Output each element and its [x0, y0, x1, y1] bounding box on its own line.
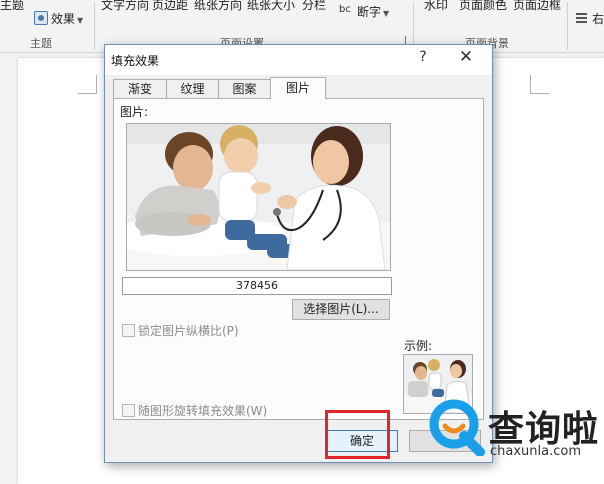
rotate-with-shape-checkbox[interactable]: [122, 404, 135, 417]
tab-gradient[interactable]: 渐变: [113, 79, 167, 98]
chevron-down-icon: ▼: [383, 9, 390, 18]
tab-picture[interactable]: 图片: [270, 77, 326, 99]
ribbon-align-button[interactable]: 右: [592, 10, 604, 27]
close-icon[interactable]: ✕: [455, 47, 477, 67]
sample-label: 示例:: [404, 339, 433, 353]
watermark-logo-icon: [429, 399, 485, 456]
select-picture-button[interactable]: 选择图片(L)...: [292, 299, 390, 320]
fill-picture: [127, 124, 390, 270]
dialog-titlebar[interactable]: 填充效果 ? ✕: [105, 45, 492, 75]
picture-tab-panel: 图片: 378456 选择图片(L)... 锁定图片纵横比(P) 示例: 随图形…: [113, 98, 484, 420]
ribbon-text-direction-button[interactable]: 文字方向: [101, 0, 149, 13]
help-icon[interactable]: ?: [415, 49, 431, 65]
group-label-theme: 主题: [30, 37, 52, 50]
margin-corner-mark: [78, 75, 97, 94]
ribbon-margins-button[interactable]: 页边距: [152, 0, 188, 13]
effects-icon: [34, 11, 48, 25]
ribbon-columns-button[interactable]: 分栏: [302, 0, 326, 13]
picture-preview: [126, 123, 391, 271]
ribbon-watermark-button[interactable]: 水印: [424, 0, 448, 13]
hyphenation-icon: bc: [339, 4, 351, 15]
tab-pattern[interactable]: 图案: [218, 79, 271, 98]
chevron-down-icon: ▼: [77, 16, 84, 25]
ribbon-orientation-button[interactable]: 纸张方向: [194, 0, 242, 13]
ribbon-separator: [413, 2, 414, 50]
ribbon-page-borders-button[interactable]: 页面边框: [513, 0, 561, 13]
ribbon-page-color-button[interactable]: 页面颜色: [459, 0, 507, 13]
dialog-title: 填充效果: [111, 54, 160, 68]
margin-corner-mark: [530, 75, 549, 94]
picture-name-field: 378456: [122, 277, 392, 295]
rotate-with-shape-label: 随图形旋转填充效果(W): [138, 404, 268, 418]
ribbon-theme-button[interactable]: 主题: [0, 0, 24, 13]
tab-texture[interactable]: 纹理: [166, 79, 219, 98]
lock-aspect-checkbox[interactable]: [122, 324, 135, 337]
highlight-box: [325, 410, 390, 459]
picture-label: 图片:: [120, 105, 149, 119]
watermark-url: chaxunla.com: [490, 444, 581, 459]
ribbon-separator: [567, 2, 568, 50]
align-right-icon: [576, 13, 587, 23]
ribbon-effects-button[interactable]: 效果 ▼: [51, 10, 83, 27]
lock-aspect-label: 锁定图片纵横比(P): [138, 324, 239, 338]
ribbon-separator: [94, 2, 95, 50]
ribbon-size-button[interactable]: 纸张大小: [247, 0, 295, 13]
ribbon-hyphenation-button[interactable]: 断字 ▼: [357, 3, 389, 20]
